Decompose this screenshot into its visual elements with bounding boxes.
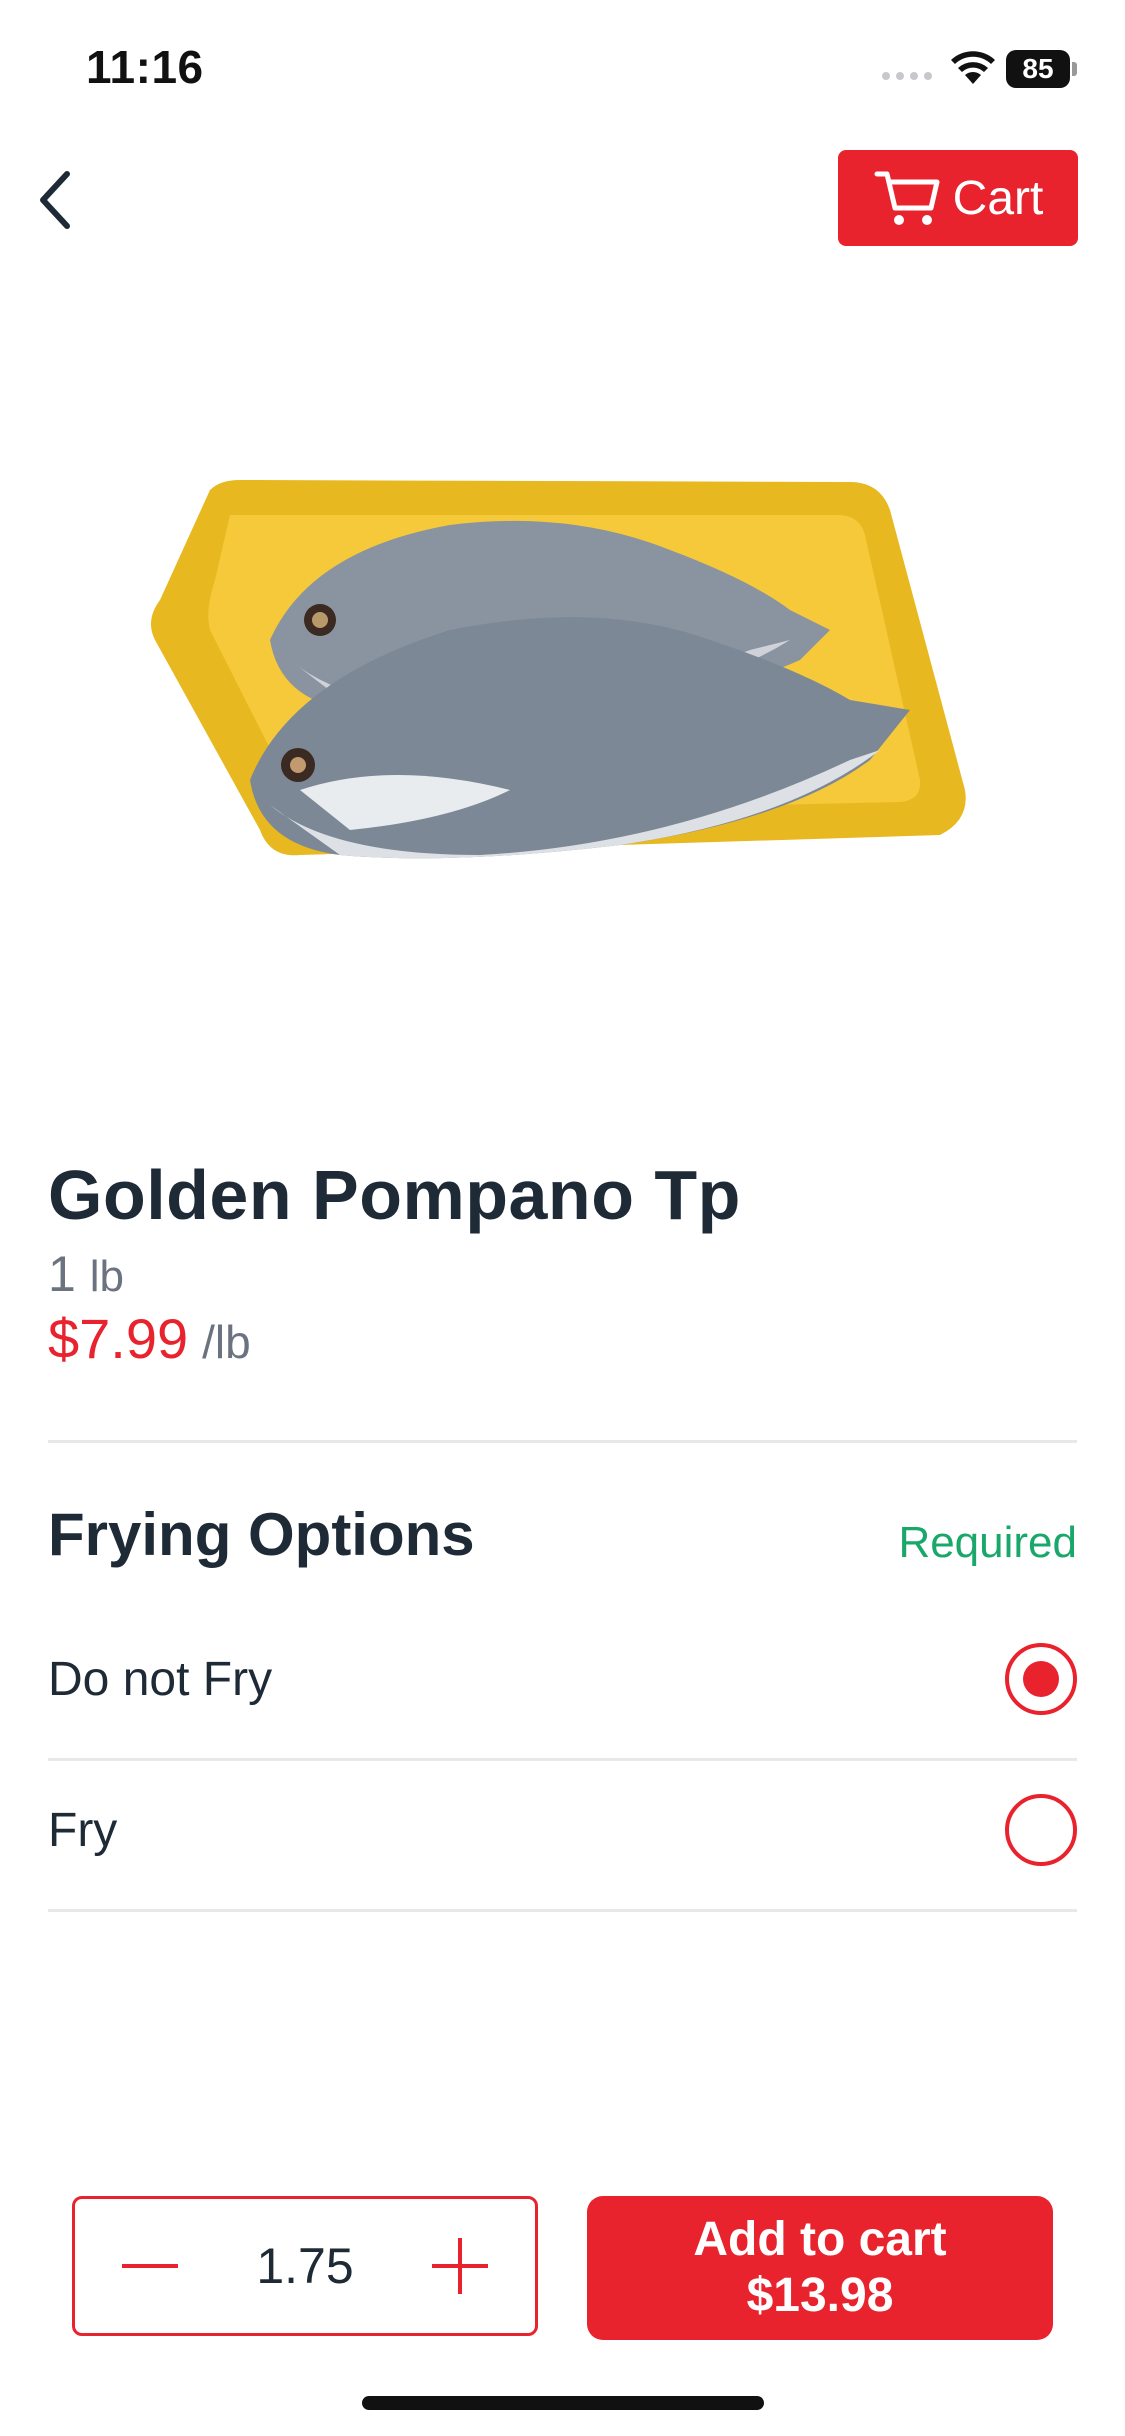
required-badge: Required: [898, 1518, 1077, 1567]
price-value: $7.99: [48, 1307, 189, 1370]
options-title: Frying Options: [48, 1501, 475, 1568]
cart-button-label: Cart: [952, 171, 1044, 225]
option-fry[interactable]: Fry: [48, 1756, 1077, 1904]
battery-level: 85: [1006, 50, 1070, 88]
product-weight-unit: lb: [89, 1252, 124, 1301]
status-bar: 11:16 85: [0, 0, 1125, 140]
price-unit: /lb: [202, 1316, 251, 1368]
cart-icon: [874, 171, 940, 225]
option-label: Do not Fry: [48, 1652, 273, 1706]
product-weight: 1 lb: [48, 1245, 124, 1303]
option-do-not-fry[interactable]: Do not Fry: [48, 1605, 1077, 1753]
add-to-cart-label: Add to cart: [693, 2213, 947, 2266]
product-title: Golden Pompano Tp: [48, 1156, 741, 1234]
radio-unselected[interactable]: [1005, 1794, 1077, 1866]
radio-dot: [1023, 1661, 1059, 1697]
product-weight-value: 1: [48, 1246, 76, 1302]
decrement-button[interactable]: [115, 2231, 185, 2301]
add-to-cart-total: $13.98: [746, 2269, 894, 2322]
quantity-stepper[interactable]: 1.75: [72, 2196, 538, 2336]
battery-icon: 85: [1006, 50, 1077, 88]
signal-icon: [882, 72, 932, 80]
divider: [48, 1909, 1077, 1912]
battery-cap: [1072, 62, 1077, 76]
plus-icon: [431, 2238, 488, 2294]
product-image: [151, 480, 966, 859]
quantity-value[interactable]: 1.75: [256, 2237, 353, 2295]
status-time: 11:16: [86, 41, 204, 93]
chevron-left-icon: [40, 171, 70, 229]
home-indicator: [362, 2396, 764, 2410]
wifi-icon: [951, 51, 995, 84]
add-to-cart-button[interactable]: Add to cart $13.98: [587, 2196, 1053, 2340]
product-price: $7.99/lb: [48, 1306, 251, 1371]
radio-selected[interactable]: [1005, 1643, 1077, 1715]
cart-button[interactable]: Cart: [838, 150, 1078, 246]
back-button[interactable]: [20, 160, 90, 240]
divider: [48, 1440, 1077, 1443]
minus-icon: [122, 2264, 178, 2268]
increment-button[interactable]: [425, 2231, 495, 2301]
option-label: Fry: [48, 1803, 118, 1857]
